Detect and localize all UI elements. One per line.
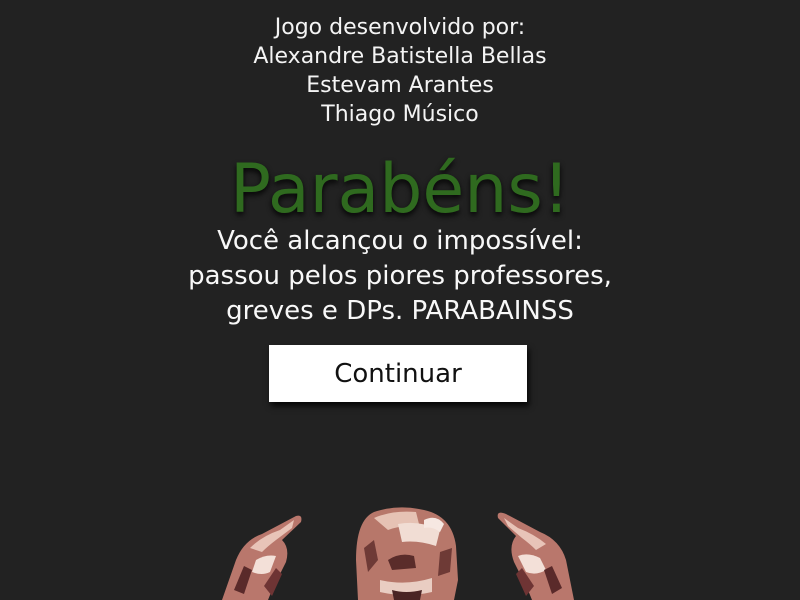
left-hand-icon [222,515,302,600]
message-line: greves e DPs. PARABAINSS [226,296,574,326]
victory-message: Você alcançou o impossível: passou pelos… [0,224,800,329]
credits-author: Thiago Músico [321,102,479,127]
credits-author: Estevam Arantes [306,73,494,98]
message-line: Você alcançou o impossível: [217,226,583,256]
continue-button[interactable]: Continuar [269,345,527,402]
credits: Jogo desenvolvido por: Alexandre Batiste… [0,13,800,129]
credits-heading: Jogo desenvolvido por: [274,15,526,40]
pointing-character-icon [222,507,574,600]
head-icon [356,507,458,600]
victory-screen: Jogo desenvolvido por: Alexandre Batiste… [0,0,800,600]
message-line: passou pelos piores professores, [188,261,612,291]
right-hand-icon [497,512,574,600]
congratulations-title: Parabéns! [229,150,571,229]
credits-author: Alexandre Batistella Bellas [253,44,547,69]
